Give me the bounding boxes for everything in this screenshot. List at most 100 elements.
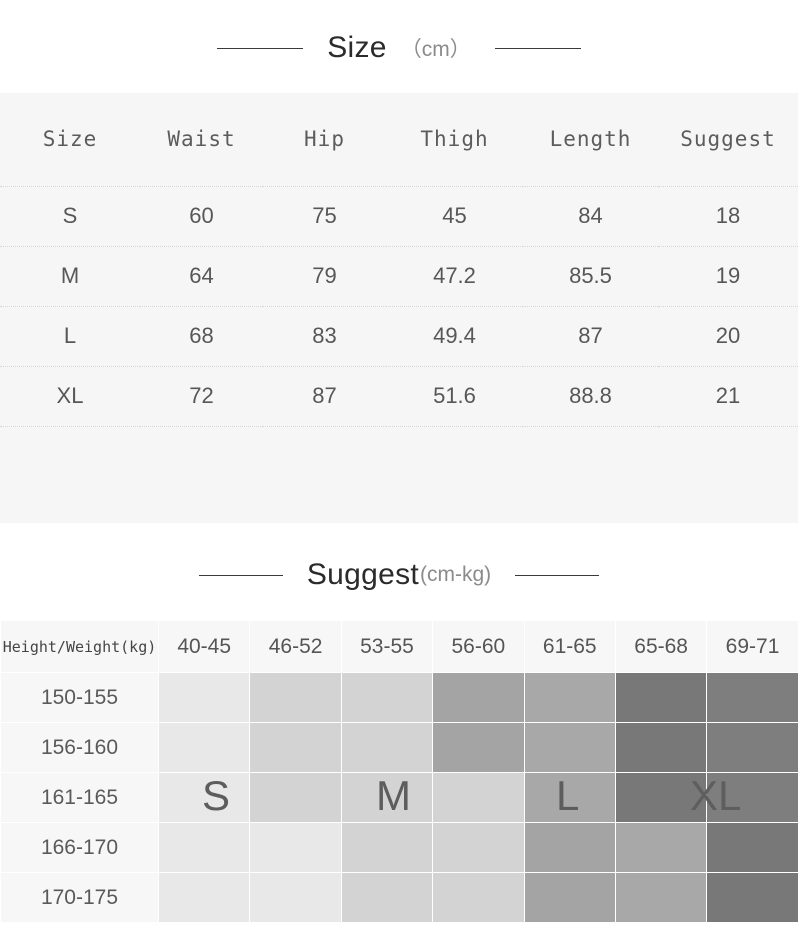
suggest-cell-161-165-56-60 [432,772,525,823]
size-col-header-suggest: Suggest [658,93,798,187]
suggest-cell-156-160-61-65 [523,722,616,773]
size-chart-page: Size （cm） Size Waist Hip Thigh Length Su… [0,0,798,942]
table-row: 170-175 [0,872,798,923]
suggest-cell-170-175-65-68 [614,872,708,923]
size-col-header-hip: Hip [263,93,386,187]
title-rule-left-icon [198,574,283,576]
suggest-cell-170-175-56-60 [432,872,525,923]
suggest-cell-166-170-69-71 [706,822,798,873]
table-row: 166-170 [0,822,798,873]
size-col-header-thigh: Thigh [386,93,523,187]
size-cell-length: 87 [523,306,658,367]
table-row: L 68 83 49.4 87 20 [0,306,798,367]
suggest-grid-panel: Height/Weight(kg) 40-45 46-52 53-55 56-6… [0,620,798,942]
table-row: M 64 79 47.2 85.5 19 [0,246,798,307]
suggest-row-header-170-175: 170-175 [0,872,159,923]
suggest-cell-150-155-65-68 [614,672,708,723]
suggest-col-header-61-65: 61-65 [523,620,616,673]
size-cell-length: 84 [523,186,658,247]
title-rule-left-icon [217,47,304,49]
size-cell-length: 88.8 [523,366,658,427]
size-section-title: Size （cm） [0,31,798,65]
suggest-cell-150-155-53-55 [340,672,434,723]
suggest-title-text: Suggest [306,558,420,591]
suggest-cell-166-170-56-60 [432,822,525,873]
size-cell-waist: 68 [140,306,263,367]
size-cell-thigh: 49.4 [386,306,523,367]
suggest-cell-166-170-61-65 [523,822,616,873]
suggest-row-header-161-165: 161-165 [0,772,159,823]
suggest-cell-150-155-61-65 [523,672,616,723]
suggest-cell-161-165-53-55 [340,772,434,823]
size-col-header-size: Size [0,93,140,187]
suggest-cell-170-175-46-52 [249,872,342,923]
size-cell-thigh: 47.2 [386,246,523,307]
size-cell-hip: 87 [263,366,386,427]
size-cell-suggest: 18 [658,186,798,247]
suggest-cell-166-170-65-68 [614,822,708,873]
size-col-header-waist: Waist [140,93,263,187]
size-cell-thigh: 51.6 [386,366,523,427]
suggest-cell-170-175-69-71 [706,872,798,923]
suggest-col-header-69-71: 69-71 [706,620,798,673]
suggest-col-header-53-55: 53-55 [340,620,434,673]
size-cell-waist: 60 [140,186,263,247]
size-cell-waist: 72 [140,366,263,427]
size-title-unit: （cm） [400,38,471,61]
suggest-col-header-56-60: 56-60 [432,620,525,673]
suggest-cell-170-175-40-45 [157,872,251,923]
suggest-cell-161-165-40-45 [157,772,251,823]
size-col-header-length: Length [523,93,658,187]
suggest-cell-161-165-65-68 [614,772,708,823]
suggest-cell-166-170-46-52 [249,822,342,873]
size-cell-suggest: 19 [658,246,798,307]
size-cell-waist: 64 [140,246,263,307]
table-row: 150-155 [0,672,798,723]
size-table-panel: Size Waist Hip Thigh Length Suggest S 60… [0,93,798,523]
suggest-col-header-40-45: 40-45 [157,620,251,673]
suggest-cell-161-165-69-71 [706,772,798,823]
suggest-row-header-156-160: 156-160 [0,722,159,773]
suggest-cell-166-170-40-45 [157,822,251,873]
suggest-cell-156-160-56-60 [432,722,525,773]
suggest-cell-161-165-46-52 [249,772,342,823]
title-rule-right-icon [494,47,581,49]
suggest-grid-body: 150-155 156-160 161-165 166-170 170-175 [0,672,798,923]
suggest-cell-156-160-46-52 [249,722,342,773]
size-cell-suggest: 20 [658,306,798,367]
size-cell-suggest: 21 [658,366,798,427]
size-table: Size Waist Hip Thigh Length Suggest S 60… [0,93,798,427]
suggest-cell-150-155-40-45 [157,672,251,723]
suggest-cell-156-160-69-71 [706,722,798,773]
size-table-header-row: Size Waist Hip Thigh Length Suggest [0,93,798,187]
suggest-cell-156-160-40-45 [157,722,251,773]
table-row: 161-165 [0,772,798,823]
size-cell-hip: 83 [263,306,386,367]
suggest-cell-170-175-53-55 [340,872,434,923]
suggest-cell-150-155-56-60 [432,672,525,723]
suggest-row-header-150-155: 150-155 [0,672,159,723]
suggest-section-title: Suggest (cm-kg) [0,558,798,592]
suggest-table: Height/Weight(kg) 40-45 46-52 53-55 56-6… [0,620,798,923]
size-cell-size: M [0,246,140,307]
suggest-row-header-166-170: 166-170 [0,822,159,873]
suggest-corner-label: Height/Weight(kg) [0,620,159,673]
title-rule-right-icon [515,574,600,576]
suggest-col-header-65-68: 65-68 [614,620,708,673]
suggest-col-header-46-52: 46-52 [249,620,342,673]
size-cell-size: S [0,186,140,247]
suggest-cell-150-155-69-71 [706,672,798,723]
table-row: S 60 75 45 84 18 [0,186,798,247]
suggest-header-row: Height/Weight(kg) 40-45 46-52 53-55 56-6… [0,620,798,673]
suggest-cell-166-170-53-55 [340,822,434,873]
suggest-cell-156-160-53-55 [340,722,434,773]
size-cell-hip: 75 [263,186,386,247]
suggest-cell-161-165-61-65 [523,772,616,823]
size-cell-thigh: 45 [386,186,523,247]
table-row: XL 72 87 51.6 88.8 21 [0,366,798,427]
size-cell-length: 85.5 [523,246,658,307]
suggest-title-unit: (cm-kg) [420,563,492,586]
size-cell-size: L [0,306,140,367]
suggest-cell-170-175-61-65 [523,872,616,923]
size-cell-hip: 79 [263,246,386,307]
